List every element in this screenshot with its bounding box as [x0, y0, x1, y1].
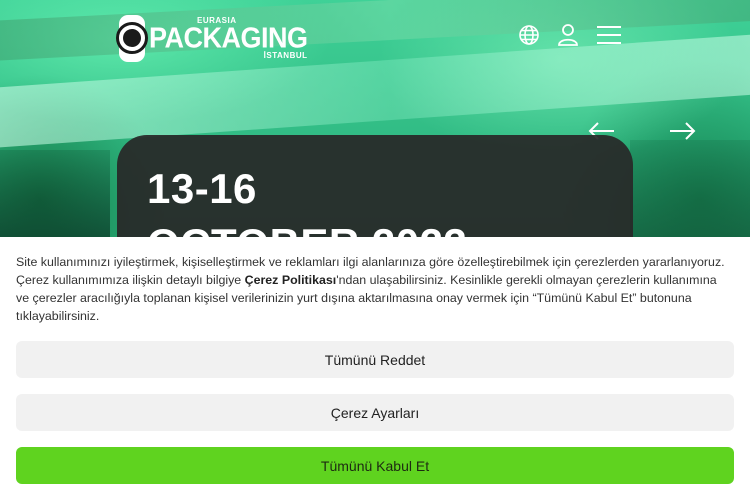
arrow-right-icon[interactable] [668, 120, 696, 142]
cookie-consent-panel: Site kullanımınızı iyileştirmek, kişisel… [0, 237, 750, 500]
cookie-policy-link[interactable]: Çerez Politikası [245, 273, 337, 287]
accept-all-button[interactable]: Tümünü Kabul Et [16, 447, 734, 484]
user-icon[interactable] [557, 24, 579, 46]
reject-all-button[interactable]: Tümünü Reddet [16, 341, 734, 378]
cookie-settings-button[interactable]: Çerez Ayarları [16, 394, 734, 431]
menu-icon[interactable] [596, 24, 622, 46]
hero-shade-left [0, 150, 110, 240]
logo-wordmark: EURASIA PACKAGING İSTANBUL [149, 16, 308, 60]
logo-badge-icon [116, 14, 148, 62]
logo-main-text: PACKAGING [149, 21, 308, 54]
header-actions [518, 24, 622, 46]
event-date-days: 13-16 [147, 165, 257, 212]
cookie-consent-text: Site kullanımınızı iyileştirmek, kişisel… [16, 253, 728, 325]
globe-icon[interactable] [518, 24, 540, 46]
hero-shade-right [630, 140, 750, 240]
site-logo[interactable]: EURASIA PACKAGING İSTANBUL [116, 13, 308, 63]
